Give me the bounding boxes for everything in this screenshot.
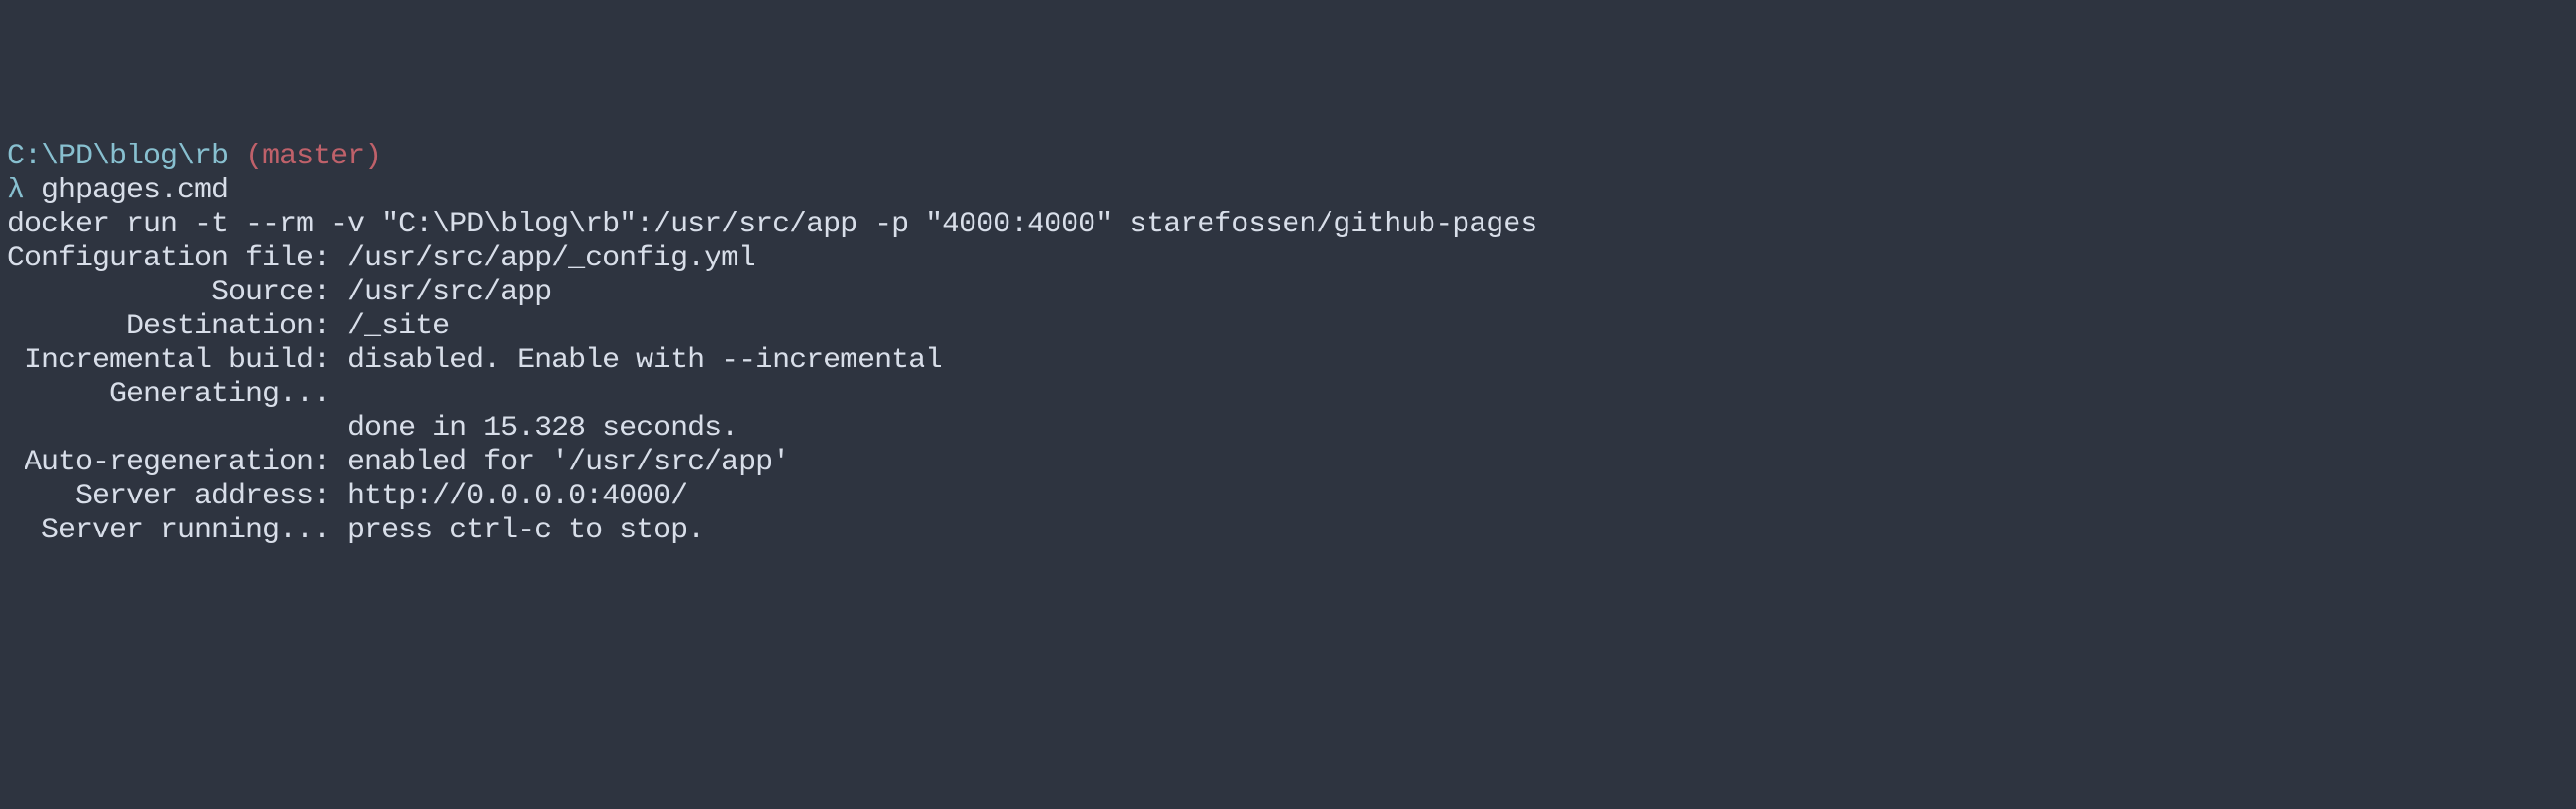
output-config: Configuration file: /usr/src/app/_config… — [8, 242, 2568, 276]
output-incremental: Incremental build: disabled. Enable with… — [8, 344, 2568, 378]
output-server-addr: Server address: http://0.0.0.0:4000/ — [8, 480, 2568, 514]
output-done: done in 15.328 seconds. — [8, 412, 2568, 446]
output-generating: Generating... — [8, 378, 2568, 412]
output-source: Source: /usr/src/app — [8, 276, 2568, 310]
output-destination: Destination: /_site — [8, 310, 2568, 344]
prompt-path: C:\PD\blog\rb — [8, 141, 229, 173]
command-input[interactable]: ghpages.cmd — [42, 175, 229, 207]
terminal-window[interactable]: C:\PD\blog\rb (master)λ ghpages.cmddocke… — [8, 140, 2568, 548]
prompt-line: C:\PD\blog\rb (master) — [8, 140, 2568, 174]
prompt-symbol: λ — [8, 175, 25, 207]
output-docker-cmd: docker run -t --rm -v "C:\PD\blog\rb":/u… — [8, 208, 2568, 242]
git-branch: (master) — [246, 141, 381, 173]
output-autoregen: Auto-regeneration: enabled for '/usr/src… — [8, 446, 2568, 480]
command-line: λ ghpages.cmd — [8, 174, 2568, 208]
output-server-running: Server running... press ctrl-c to stop. — [8, 514, 2568, 548]
